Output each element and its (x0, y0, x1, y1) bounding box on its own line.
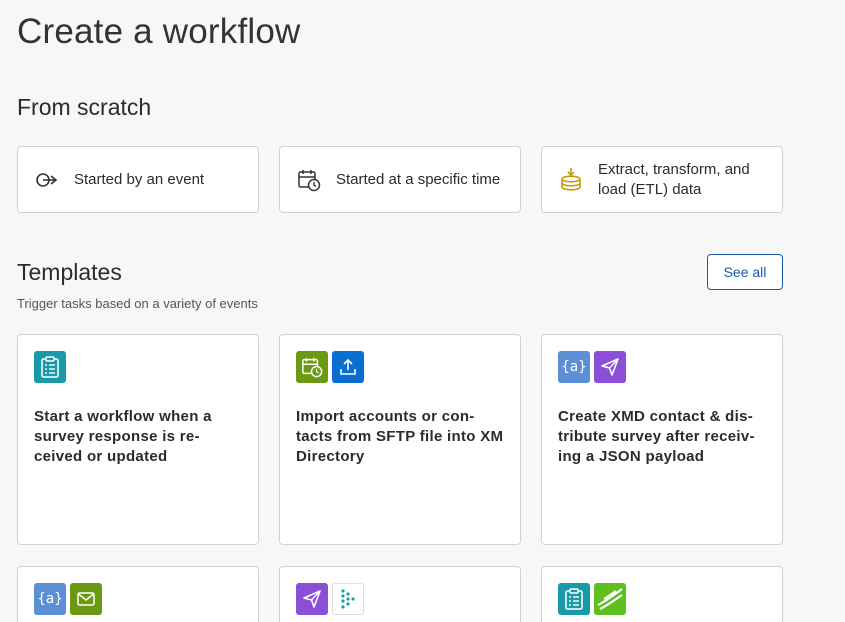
json-braces-icon: {a} (34, 583, 66, 615)
template-card-title: Create XMD contact & dis-tribute survey … (558, 408, 755, 465)
from-scratch-heading: From scratch (17, 94, 152, 120)
page-title: Create a workflow (17, 12, 301, 51)
template-card-title: Start a workflow when a survey response … (34, 408, 212, 465)
scratch-card-label: Extract, transform, and load (ETL) data (598, 160, 750, 198)
json-braces-icon: {a} (558, 351, 590, 383)
survey-clipboard-icon (558, 583, 590, 615)
calendar-clock-icon (297, 168, 321, 192)
scratch-card-label: Started by an event (74, 170, 205, 188)
template-card[interactable]: Start a workflow when a survey response … (17, 334, 259, 545)
calendar-clock-icon (296, 351, 328, 383)
templates-subtitle: Trigger tasks based on a variety of even… (17, 296, 258, 311)
template-card[interactable]: {a} Create XMD contact & dis-tribute sur… (541, 334, 783, 545)
upload-icon (332, 351, 364, 383)
email-icon (70, 583, 102, 615)
brand-swoosh-icon (594, 583, 626, 615)
template-card-title: Import accounts or con-tacts from SFTP f… (296, 408, 504, 465)
template-card[interactable]: {a} (17, 566, 259, 622)
see-all-button[interactable]: See all (707, 254, 783, 290)
database-download-icon (559, 167, 583, 192)
survey-clipboard-icon (34, 351, 66, 383)
zendesk-like-icon (332, 583, 364, 615)
templates-heading: Templates (17, 259, 122, 285)
scratch-card-event[interactable]: Started by an event (17, 146, 259, 213)
scratch-card-scheduled[interactable]: Started at a specific time (279, 146, 521, 213)
scratch-card-etl[interactable]: Extract, transform, and load (ETL) data (541, 146, 783, 213)
event-arrow-icon (35, 168, 59, 192)
template-card[interactable] (541, 566, 783, 622)
send-plane-icon (594, 351, 626, 383)
template-card[interactable]: Import accounts or con-tacts from SFTP f… (279, 334, 521, 545)
scratch-card-label: Started at a specific time (336, 170, 501, 188)
template-card[interactable] (279, 566, 521, 622)
send-plane-icon (296, 583, 328, 615)
